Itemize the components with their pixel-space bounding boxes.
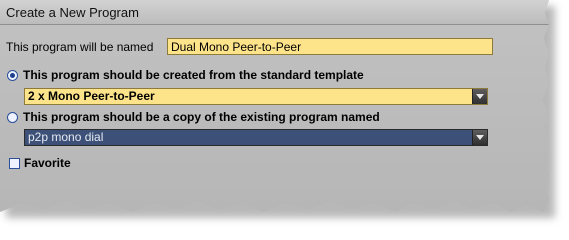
chevron-down-icon [476, 94, 484, 99]
copy-option-label[interactable]: This program should be a copy of the exi… [23, 110, 380, 124]
copy-select-value: p2p mono dial [28, 130, 104, 144]
radio-selected-dot [10, 73, 15, 78]
copy-option-radio[interactable] [7, 112, 18, 123]
panel-title: Create a New Program [6, 5, 139, 20]
template-select-value: 2 x Mono Peer-to-Peer [28, 89, 155, 103]
template-select[interactable]: 2 x Mono Peer-to-Peer [24, 88, 488, 105]
copy-select[interactable]: p2p mono dial [24, 129, 488, 146]
create-program-panel: Create a New Program This program will b… [0, 0, 549, 212]
program-name-input[interactable] [167, 38, 493, 55]
favorite-label[interactable]: Favorite [24, 156, 71, 170]
favorite-checkbox[interactable] [9, 158, 20, 169]
template-option-radio[interactable] [7, 70, 18, 81]
title-bar: Create a New Program [0, 0, 549, 25]
template-dropdown-button[interactable] [472, 89, 487, 104]
copy-dropdown-button[interactable] [472, 130, 487, 145]
chevron-down-icon [476, 135, 484, 140]
template-option-label[interactable]: This program should be created from the … [23, 68, 364, 82]
program-name-label: This program will be named [6, 40, 154, 54]
